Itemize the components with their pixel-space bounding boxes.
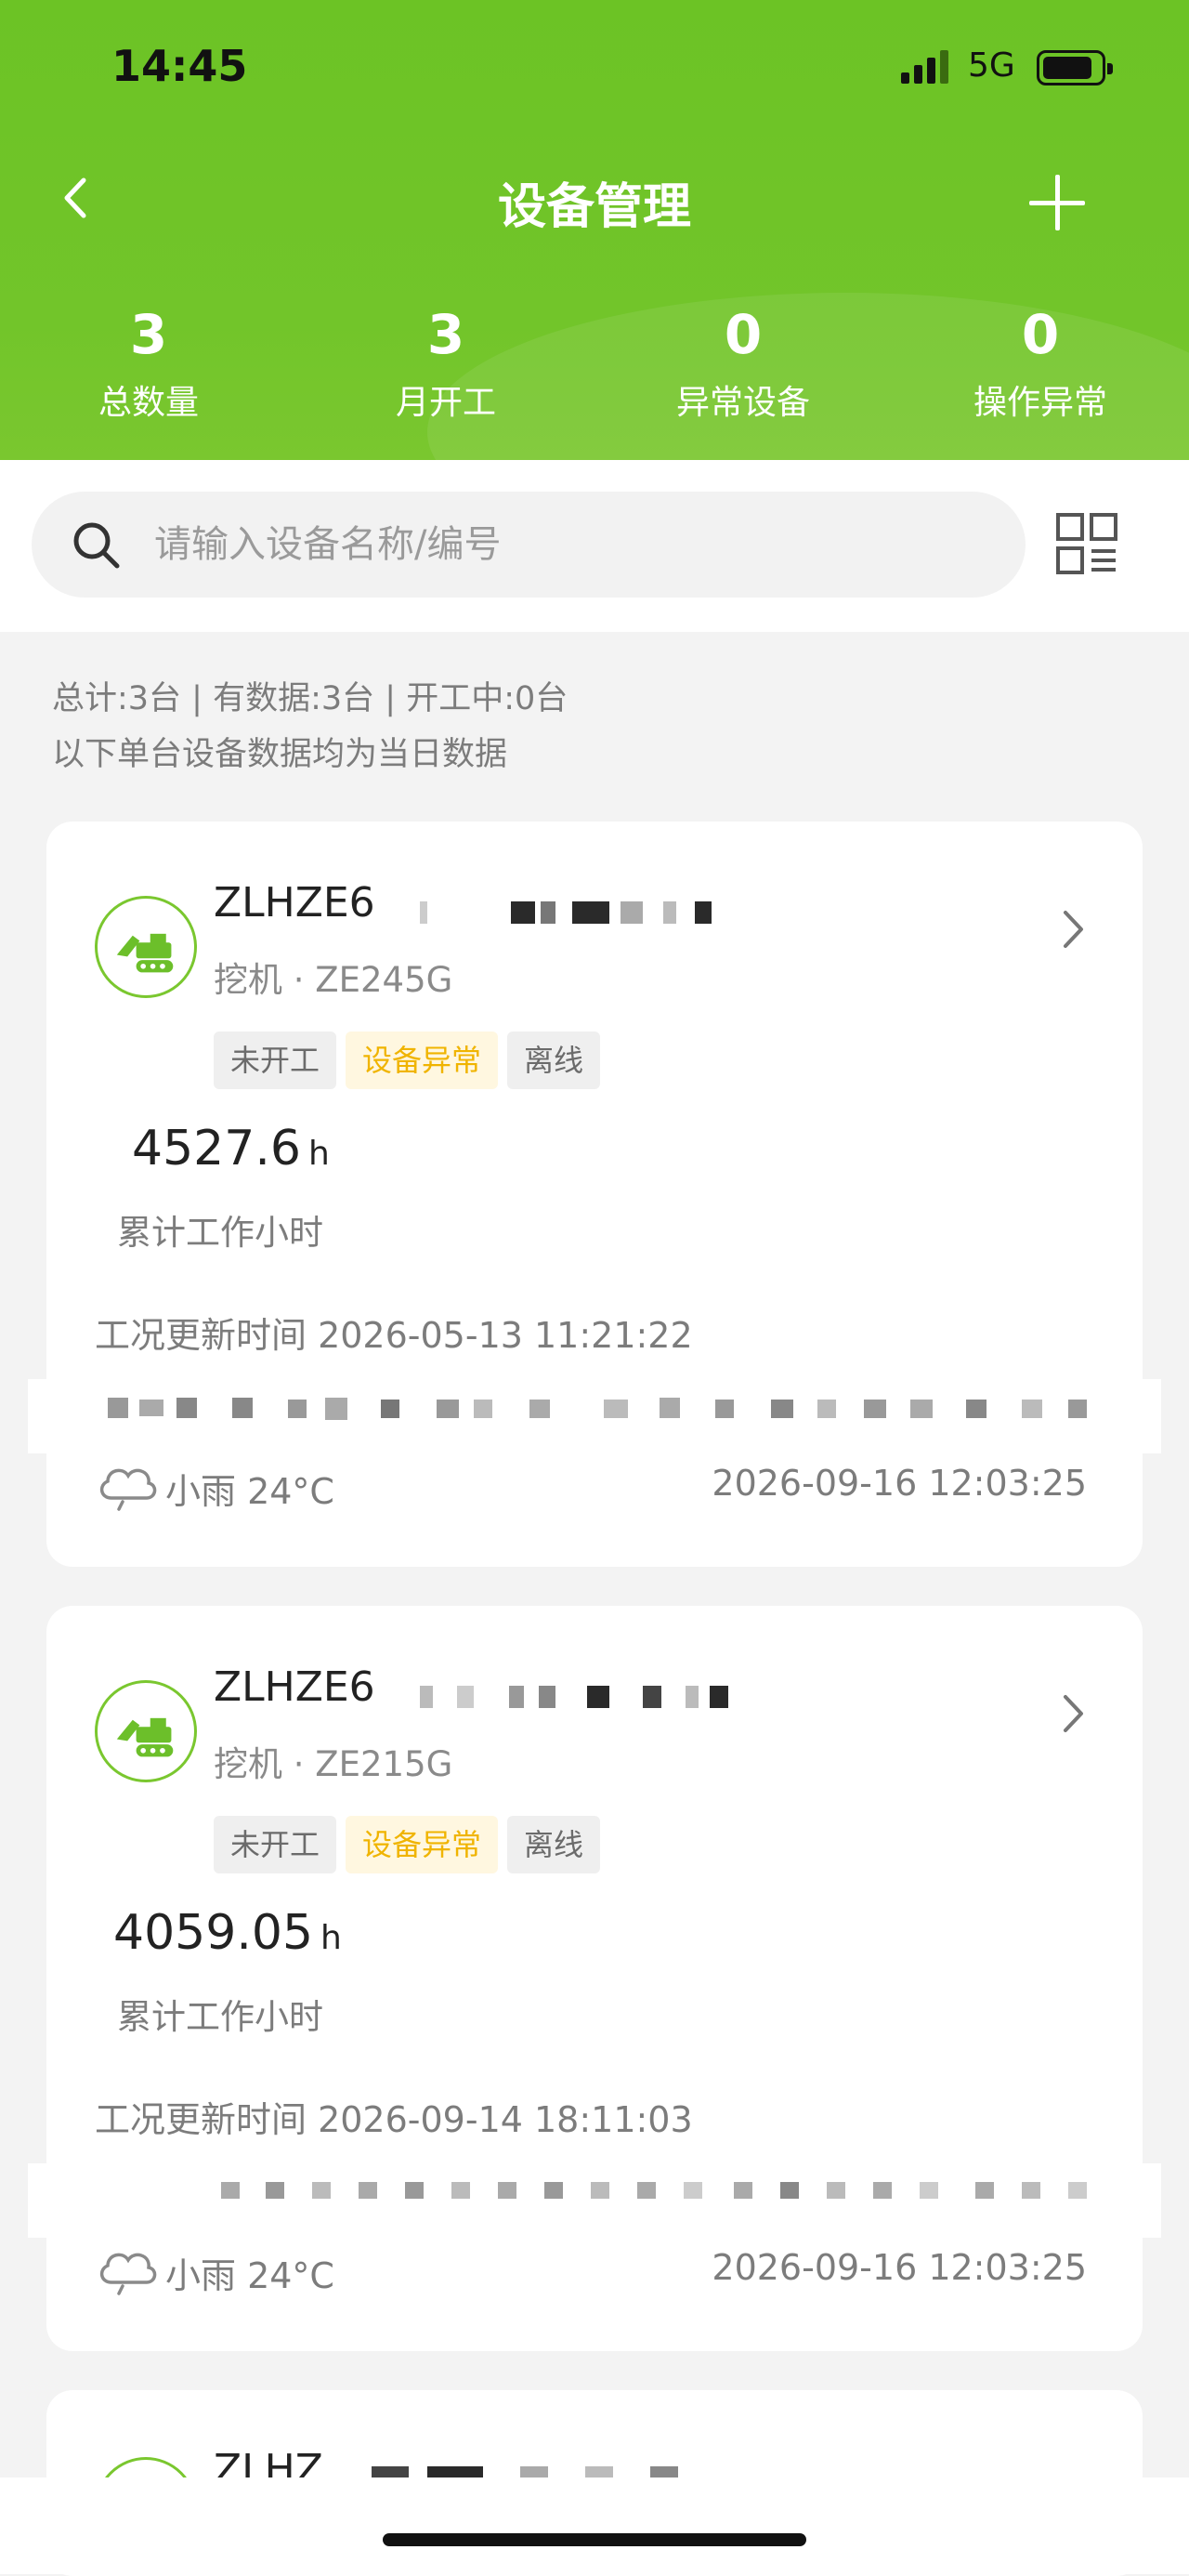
working-hours-value: 4527.6 xyxy=(132,1121,301,1176)
device-card[interactable]: ZLHZE6 挖机 · ZE215G 未开工 设备异常 离线 4059.05 h 累计… xyxy=(28,1606,1161,2351)
summary-note: 以下单台设备数据均为当日数据 xyxy=(52,736,508,773)
stat-value: 3 xyxy=(129,303,168,366)
stat-label: 操作异常 xyxy=(973,384,1107,422)
stat-operation-abnormal[interactable]: 0 操作异常 xyxy=(892,297,1189,431)
tag-not-working: 未开工 xyxy=(214,1816,337,1873)
stat-abnormal-devices[interactable]: 0 异常设备 xyxy=(594,297,892,431)
status-time: 14:45 xyxy=(111,41,248,91)
summary-counts: 总计:3台 | 有数据:3台 | 开工中:0台 xyxy=(52,680,568,717)
search-area xyxy=(0,460,1189,632)
working-hours-label: 累计工作小时 xyxy=(117,1213,323,1253)
working-hours: 4527.6 h xyxy=(132,1121,330,1176)
working-hours-value: 4059.05 xyxy=(113,1905,314,1961)
signal-icon xyxy=(901,50,953,84)
stat-value: 0 xyxy=(724,303,763,366)
device-id-masked xyxy=(420,896,717,933)
search-icon xyxy=(73,522,120,569)
tag-offline: 离线 xyxy=(507,1032,601,1089)
excavator-icon xyxy=(95,1680,197,1782)
add-device-button[interactable] xyxy=(1029,175,1085,230)
weather-time: 2026-09-16 12:03:25 xyxy=(712,1463,1087,1504)
search-box[interactable] xyxy=(32,492,1026,598)
cloud-rain-icon xyxy=(99,2253,157,2295)
bottom-safe-area xyxy=(0,2477,1189,2574)
grid-view-icon[interactable] xyxy=(1055,512,1118,575)
working-hours-unit: h xyxy=(320,1919,342,1957)
status-tags: 未开工 设备异常 离线 xyxy=(214,1032,609,1089)
device-name: ZLHZE6 xyxy=(214,879,375,927)
working-hours-unit: h xyxy=(307,1135,330,1173)
stats-bar: 3 总数量 3 月开工 0 异常设备 0 操作异常 xyxy=(0,297,1189,437)
working-hours-label: 累计工作小时 xyxy=(117,1997,323,2037)
stat-total[interactable]: 3 总数量 xyxy=(0,297,297,431)
tag-device-abnormal: 设备异常 xyxy=(346,1816,499,1873)
device-id-masked xyxy=(420,1680,736,1717)
header: 14:45 5G 设备管理 3 总数量 3 月开工 0 异常设备 0 操作异常 xyxy=(0,0,1189,460)
working-hours: 4059.05 h xyxy=(113,1905,342,1961)
stat-value: 0 xyxy=(1021,303,1060,366)
device-type: 挖机 · ZE215G xyxy=(214,1744,453,1784)
device-type: 挖机 · ZE245G xyxy=(214,960,453,1000)
search-input[interactable] xyxy=(154,492,990,598)
stat-monthly-working[interactable]: 3 月开工 xyxy=(297,297,594,431)
tag-offline: 离线 xyxy=(507,1816,601,1873)
stat-value: 3 xyxy=(426,303,465,366)
update-time: 工况更新时间 2026-05-13 11:21:22 xyxy=(95,1315,693,1356)
home-indicator xyxy=(383,2533,806,2546)
weather-text: 小雨 24°C xyxy=(165,2255,334,2296)
status-tags: 未开工 设备异常 离线 xyxy=(214,1816,609,1873)
update-time: 工况更新时间 2026-09-14 18:11:03 xyxy=(95,2099,693,2140)
tag-not-working: 未开工 xyxy=(214,1032,337,1089)
weather-text: 小雨 24°C xyxy=(165,1471,334,1512)
cloud-rain-icon xyxy=(99,1468,157,1511)
stat-label: 月开工 xyxy=(395,384,496,422)
network-type: 5G xyxy=(968,46,1015,85)
excavator-icon xyxy=(95,896,197,998)
weather-time: 2026-09-16 12:03:25 xyxy=(712,2247,1087,2288)
stat-label: 总数量 xyxy=(98,384,199,422)
chevron-right-icon xyxy=(1064,911,1083,948)
status-bar: 14:45 5G xyxy=(0,0,1189,130)
summary: 总计:3台 | 有数据:3台 | 开工中:0台 以下单台设备数据均为当日数据 xyxy=(52,671,568,782)
device-name: ZLHZE6 xyxy=(214,1663,375,1711)
tag-device-abnormal: 设备异常 xyxy=(346,1032,499,1089)
battery-icon xyxy=(1037,50,1113,85)
device-card[interactable]: ZLHZE6 挖机 · ZE245G 未开工 设备异常 离线 4527.6 h 累计工… xyxy=(28,821,1161,1567)
chevron-right-icon xyxy=(1064,1695,1083,1732)
stat-label: 异常设备 xyxy=(675,384,810,422)
page-title: 设备管理 xyxy=(497,179,691,235)
